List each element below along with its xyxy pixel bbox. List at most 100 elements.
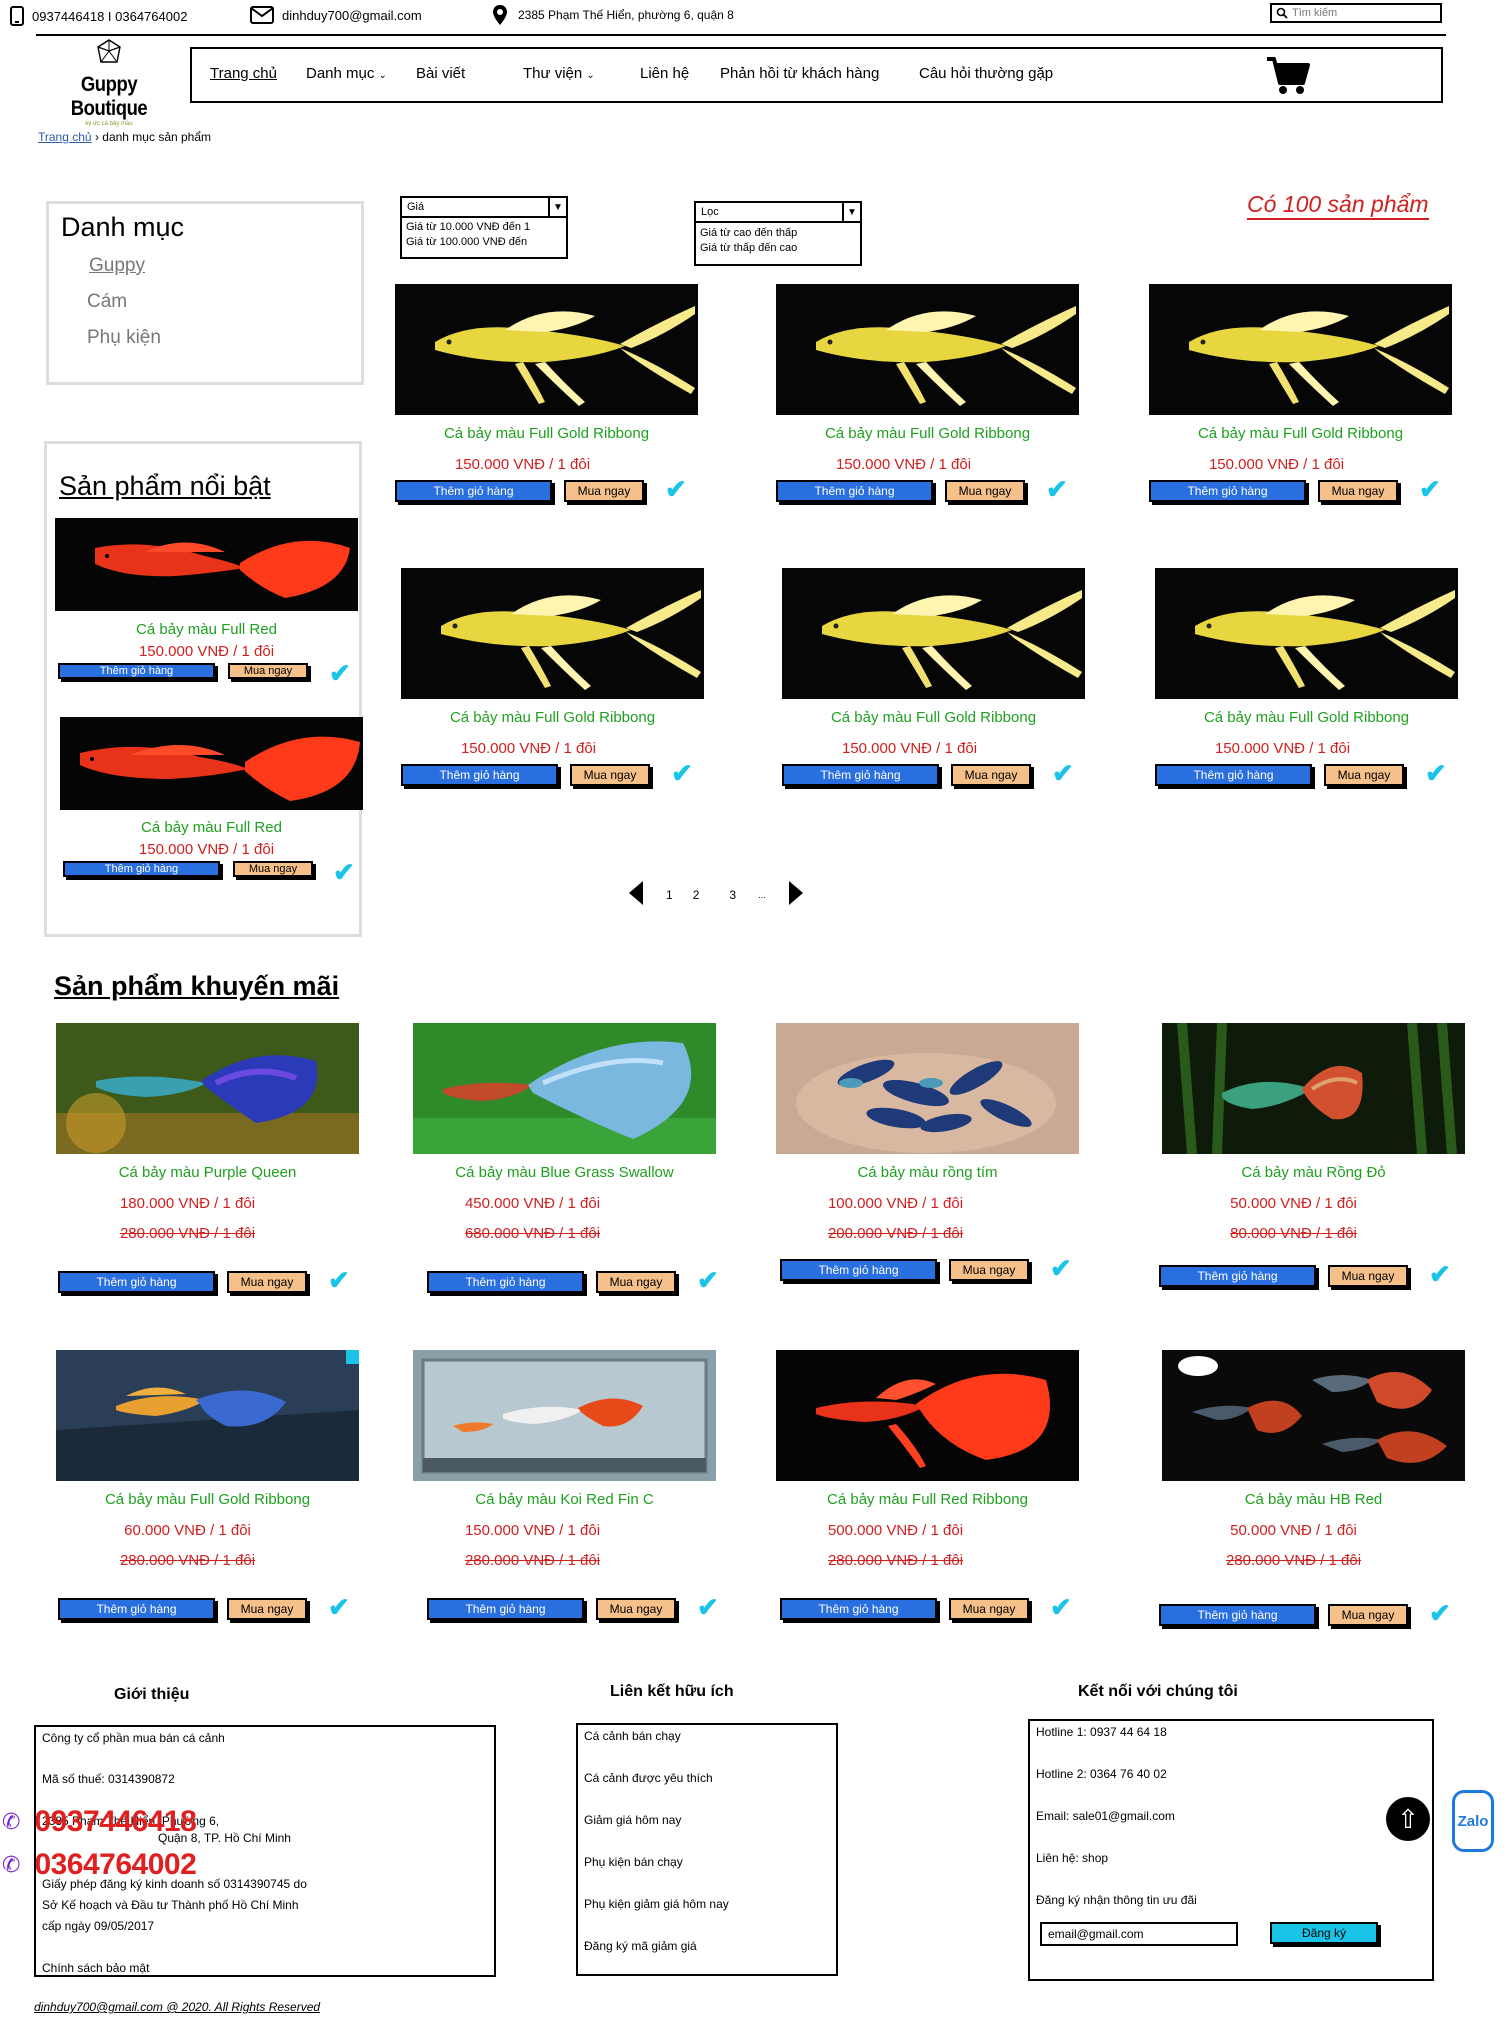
sort-filter-option[interactable]: Giá từ cao đến thấp: [696, 226, 860, 241]
zalo-chat-button[interactable]: Zalo: [1452, 1790, 1494, 1852]
page-2[interactable]: 2: [693, 888, 700, 902]
product-image[interactable]: [776, 1023, 1079, 1154]
buy-now-button[interactable]: Mua ngay: [1328, 1604, 1408, 1626]
product-image[interactable]: [776, 1350, 1079, 1481]
add-to-cart-button[interactable]: Thêm giỏ hàng: [1159, 1604, 1316, 1626]
product-name[interactable]: Cá bảy màu Purple Queen: [56, 1164, 359, 1181]
add-to-cart-button[interactable]: Thêm giỏ hàng: [427, 1598, 584, 1620]
product-name[interactable]: Cá bảy màu Full Gold Ribbong: [395, 425, 698, 442]
add-to-cart-button[interactable]: Thêm giỏ hàng: [427, 1271, 584, 1293]
footer-link[interactable]: Giảm giá hôm nay: [584, 1813, 681, 1827]
search-input[interactable]: Tìm kiếm: [1270, 3, 1442, 23]
add-to-cart-button[interactable]: Thêm giỏ hàng: [1149, 480, 1306, 502]
subscribe-button[interactable]: Đăng ký: [1270, 1922, 1378, 1944]
product-name[interactable]: Cá bảy màu Full Gold Ribbong: [1149, 425, 1452, 442]
category-item-guppy[interactable]: Guppy: [89, 255, 361, 277]
buy-now-button[interactable]: Mua ngay: [945, 480, 1025, 502]
product-image[interactable]: [782, 568, 1085, 699]
product-image[interactable]: [413, 1350, 716, 1481]
product-name[interactable]: Cá bảy màu Full Gold Ribbong: [401, 709, 704, 726]
price-filter-option[interactable]: Giá từ 10.000 VNĐ đến 1: [402, 220, 566, 235]
add-to-cart-button[interactable]: Thêm giỏ hàng: [58, 1598, 215, 1620]
buy-now-button[interactable]: Mua ngay: [1318, 480, 1398, 502]
add-to-cart-button[interactable]: Thêm giỏ hàng: [401, 764, 558, 786]
buy-now-button[interactable]: Mua ngay: [564, 480, 644, 502]
product-image[interactable]: [395, 284, 698, 415]
product-image[interactable]: [56, 1023, 359, 1154]
next-page-icon[interactable]: [788, 880, 804, 909]
buy-now-button[interactable]: Mua ngay: [227, 1598, 307, 1620]
top-email[interactable]: dinhduy700@gmail.com: [250, 6, 422, 24]
featured-product-image[interactable]: [60, 717, 363, 810]
floating-hotline-2[interactable]: ✆ 0364764002: [2, 1848, 197, 1882]
subscribe-email-input[interactable]: email@gmail.com: [1040, 1922, 1238, 1946]
buy-now-button[interactable]: Mua ngay: [227, 1271, 307, 1293]
buy-now-button[interactable]: Mua ngay: [570, 764, 650, 786]
buy-now-button[interactable]: Mua ngay: [233, 861, 313, 877]
buy-now-button[interactable]: Mua ngay: [949, 1598, 1029, 1620]
add-to-cart-button[interactable]: Thêm giỏ hàng: [782, 764, 939, 786]
category-item-accessories[interactable]: Phụ kiện: [87, 327, 361, 349]
nav-home[interactable]: Trang chủ: [210, 65, 277, 82]
nav-faq[interactable]: Câu hỏi thường gặp: [919, 65, 1053, 82]
product-name[interactable]: Cá bảy màu Blue Grass Swallow: [413, 1164, 716, 1181]
footer-link[interactable]: Cá cảnh bán chạy: [584, 1729, 681, 1743]
product-name[interactable]: Cá bảy màu Koi Red Fin C: [413, 1491, 716, 1508]
product-name[interactable]: Cá bảy màu Full Gold Ribbong: [776, 425, 1079, 442]
add-to-cart-button[interactable]: Thêm giỏ hàng: [63, 861, 220, 877]
product-image[interactable]: [1162, 1022, 1465, 1155]
price-filter-select[interactable]: Giá ▼ Giá từ 10.000 VNĐ đến 1 Giá từ 100.…: [400, 196, 568, 259]
nav-contact[interactable]: Liên hệ: [640, 65, 689, 82]
buy-now-button[interactable]: Mua ngay: [228, 663, 308, 679]
nav-feedback[interactable]: Phản hồi từ khách hàng: [720, 65, 879, 82]
add-to-cart-button[interactable]: Thêm giỏ hàng: [395, 480, 552, 502]
nav-categories[interactable]: Danh mục ⌄: [306, 65, 387, 82]
featured-product-name[interactable]: Cá bảy màu Full Red: [55, 621, 358, 638]
brand-logo[interactable]: Guppy Boutique ký ức cá bảy màu: [34, 38, 184, 127]
add-to-cart-button[interactable]: Thêm giỏ hàng: [1159, 1265, 1316, 1287]
back-to-top-button[interactable]: ⇧: [1386, 1797, 1430, 1841]
product-image[interactable]: [1155, 568, 1458, 699]
add-to-cart-button[interactable]: Thêm giỏ hàng: [58, 1271, 215, 1293]
product-image[interactable]: [776, 284, 1079, 415]
product-name[interactable]: Cá bảy màu Full Gold Ribbong: [782, 709, 1085, 726]
buy-now-button[interactable]: Mua ngay: [951, 764, 1031, 786]
buy-now-button[interactable]: Mua ngay: [1328, 1265, 1408, 1287]
product-name[interactable]: Cá bảy màu Full Gold Ribbong: [56, 1491, 359, 1508]
add-to-cart-button[interactable]: Thêm giỏ hàng: [58, 663, 215, 679]
privacy-policy-link[interactable]: Chính sách bảo mật: [42, 1961, 149, 1975]
product-image[interactable]: [1162, 1350, 1465, 1481]
cart-button[interactable]: [1265, 55, 1311, 99]
product-name[interactable]: Cá bảy màu rồng tím: [776, 1164, 1079, 1181]
sort-filter-select[interactable]: Lọc ▼ Giá từ cao đến thấp Giá từ thấp đến…: [694, 201, 862, 266]
breadcrumb-home[interactable]: Trang chủ: [38, 130, 92, 144]
buy-now-button[interactable]: Mua ngay: [949, 1259, 1029, 1281]
footer-link[interactable]: Cá cảnh được yêu thích: [584, 1771, 713, 1785]
category-item-food[interactable]: Cám: [87, 291, 361, 313]
page-1[interactable]: 1: [666, 888, 673, 902]
price-filter-option[interactable]: Giá từ 100.000 VNĐ đến: [402, 235, 566, 250]
buy-now-button[interactable]: Mua ngay: [596, 1271, 676, 1293]
product-image[interactable]: [413, 1023, 716, 1154]
add-to-cart-button[interactable]: Thêm giỏ hàng: [776, 480, 933, 502]
page-3[interactable]: 3: [729, 888, 736, 902]
featured-product-image[interactable]: [55, 518, 358, 611]
prev-page-icon[interactable]: [628, 880, 644, 909]
product-image[interactable]: [1149, 284, 1452, 415]
featured-product-name[interactable]: Cá bảy màu Full Red: [60, 819, 363, 836]
footer-link[interactable]: Đăng ký mã giảm giá: [584, 1939, 697, 1953]
footer-link[interactable]: Phụ kiện giảm giá hôm nay: [584, 1897, 729, 1911]
buy-now-button[interactable]: Mua ngay: [1324, 764, 1404, 786]
floating-hotline-1[interactable]: ✆ 0937446418: [2, 1805, 197, 1839]
nav-articles[interactable]: Bài viết: [416, 65, 465, 82]
add-to-cart-button[interactable]: Thêm giỏ hàng: [1155, 764, 1312, 786]
product-name[interactable]: Cá bảy màu Full Red Ribbong: [776, 1491, 1079, 1508]
product-name[interactable]: Cá bảy màu Full Gold Ribbong: [1155, 709, 1458, 726]
add-to-cart-button[interactable]: Thêm giỏ hàng: [780, 1259, 937, 1281]
nav-library[interactable]: Thư viện ⌄: [523, 65, 595, 82]
product-image[interactable]: [56, 1350, 359, 1481]
sort-filter-option[interactable]: Giá từ thấp đến cao: [696, 241, 860, 256]
add-to-cart-button[interactable]: Thêm giỏ hàng: [780, 1598, 937, 1620]
buy-now-button[interactable]: Mua ngay: [596, 1598, 676, 1620]
product-name[interactable]: Cá bảy màu Rồng Đỏ: [1162, 1164, 1465, 1181]
